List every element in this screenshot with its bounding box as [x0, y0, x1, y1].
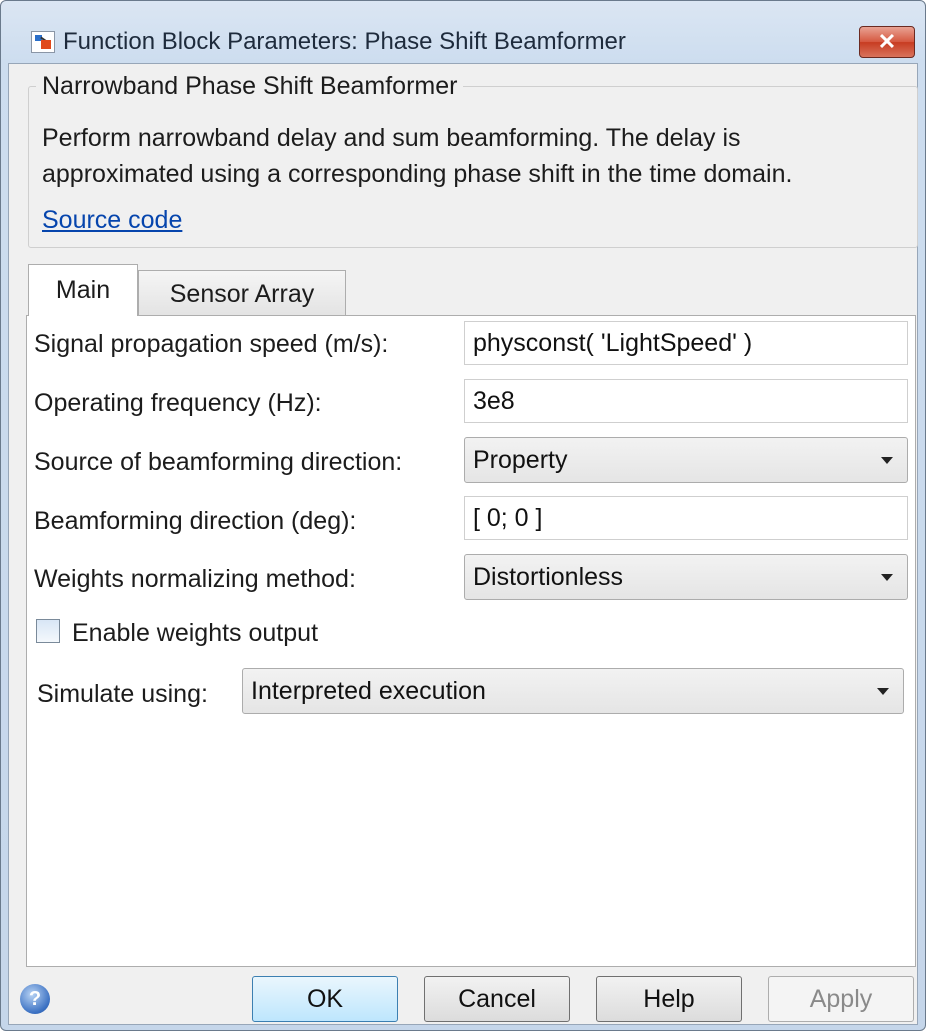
direction-source-value: Property [473, 446, 568, 474]
ok-button[interactable]: OK [252, 976, 398, 1022]
description-line-1: Perform narrowband delay and sum beamfor… [42, 124, 741, 152]
description-line-2: approximated using a corresponding phase… [42, 160, 793, 188]
apply-button[interactable]: Apply [768, 976, 914, 1022]
window-title: Function Block Parameters: Phase Shift B… [63, 28, 626, 55]
chevron-down-icon [881, 574, 893, 581]
simulate-using-label: Simulate using: [37, 680, 208, 708]
normalizing-method-label: Weights normalizing method: [34, 565, 356, 593]
chevron-down-icon [877, 688, 889, 695]
beamforming-direction-label: Beamforming direction (deg): [34, 507, 357, 535]
help-icon[interactable]: ? [20, 984, 50, 1014]
direction-source-label: Source of beamforming direction: [34, 448, 403, 476]
simulate-using-dropdown[interactable]: Interpreted execution [242, 668, 904, 714]
help-button[interactable]: Help [596, 976, 742, 1022]
simulink-block-icon [31, 31, 55, 53]
group-title: Narrowband Phase Shift Beamformer [36, 72, 464, 101]
chevron-down-icon [881, 457, 893, 464]
normalizing-method-dropdown[interactable]: Distortionless [464, 554, 908, 600]
cancel-button[interactable]: Cancel [424, 976, 570, 1022]
block-description: Perform narrowband delay and sum beamfor… [42, 120, 922, 192]
operating-frequency-field[interactable]: 3e8 [464, 379, 908, 423]
beamforming-direction-field[interactable]: [ 0; 0 ] [464, 496, 908, 540]
propagation-speed-field[interactable]: physconst( 'LightSpeed' ) [464, 321, 908, 365]
source-code-link[interactable]: Source code [42, 206, 182, 235]
weights-output-label: Enable weights output [72, 619, 319, 647]
propagation-speed-label: Signal propagation speed (m/s): [34, 330, 389, 358]
tab-main[interactable]: Main [28, 264, 138, 316]
normalizing-method-value: Distortionless [473, 563, 624, 591]
direction-source-dropdown[interactable]: Property [464, 437, 908, 483]
weights-output-checkbox[interactable] [36, 619, 60, 643]
close-button[interactable]: ✕ [859, 26, 915, 58]
tab-sensor-array[interactable]: Sensor Array [138, 270, 346, 316]
simulate-using-value: Interpreted execution [251, 677, 486, 705]
operating-frequency-label: Operating frequency (Hz): [34, 389, 322, 417]
